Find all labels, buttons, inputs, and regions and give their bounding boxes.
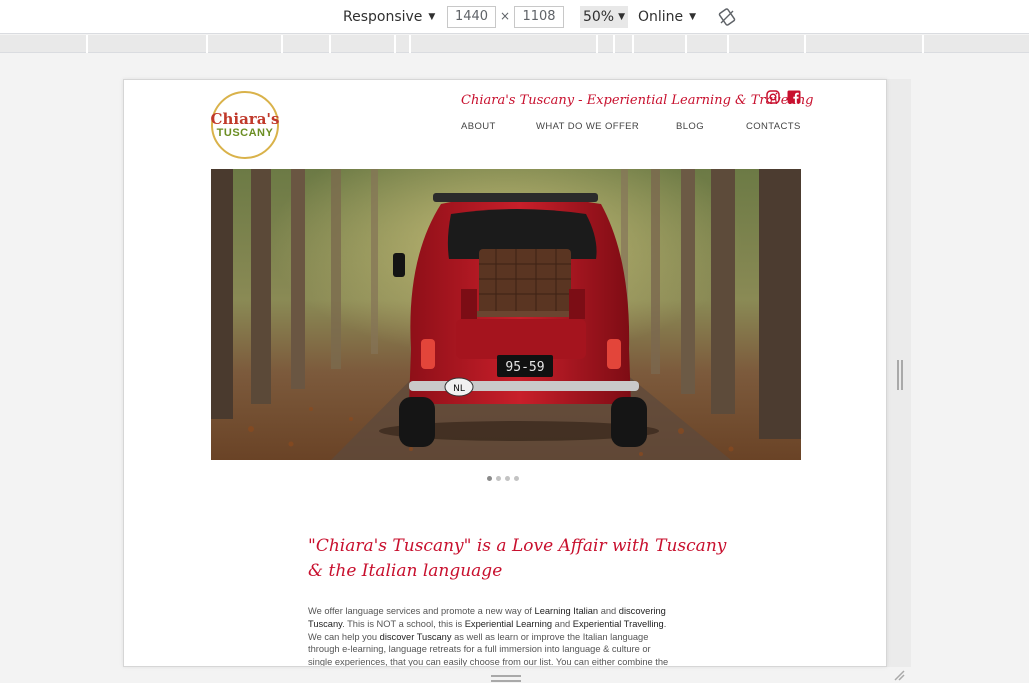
body-line: Tuscany. This is NOT a school, this is E…	[308, 618, 667, 629]
times-icon: ×	[500, 9, 511, 23]
resize-corner-icon[interactable]	[893, 669, 905, 681]
intro-heading-line: "Chiara's Tuscany" is a Love Affair with…	[308, 536, 727, 556]
facebook-icon[interactable]	[787, 90, 801, 104]
emulated-viewport: Chiara's TUSCANY Chiara's Tuscany - Expe…	[123, 79, 887, 667]
throttle-label: Online	[638, 9, 684, 25]
nav-contacts[interactable]: CONTACTS	[746, 121, 801, 132]
body-line: single experiences, that you can easily …	[308, 657, 669, 667]
nav-blog[interactable]: BLOG	[676, 121, 704, 132]
zoom-label: 50%	[582, 9, 615, 25]
carousel-dot[interactable]	[514, 476, 519, 481]
caret-down-icon: ▼	[689, 12, 697, 22]
zoom-select[interactable]: 50% ▼	[580, 6, 628, 28]
svg-text:NL: NL	[453, 384, 465, 394]
caret-down-icon: ▼	[618, 12, 626, 22]
device-select[interactable]: Responsive ▼	[343, 0, 435, 34]
social-links	[766, 90, 801, 104]
nav-what-do-we-offer[interactable]: WHAT DO WE OFFER	[536, 121, 639, 132]
media-query-ruler[interactable]	[0, 35, 1029, 53]
throttle-select[interactable]: Online ▼	[638, 0, 696, 34]
carousel-dot[interactable]	[505, 476, 510, 481]
nav-about[interactable]: ABOUT	[461, 121, 496, 132]
device-toolbar: Responsive ▼ 1440 × 1108 50% ▼ Online ▼	[0, 0, 1029, 34]
carousel-dots	[487, 476, 523, 481]
svg-text:95-59: 95-59	[505, 360, 544, 375]
body-line: We offer language services and promote a…	[308, 606, 666, 616]
hero-image-red-car: 95-59 NL	[211, 169, 801, 460]
body-line: through e-learning, language retreats fo…	[308, 644, 651, 655]
body-line: We can help you discover Tuscany as well…	[308, 631, 649, 642]
carousel-dot[interactable]	[496, 476, 501, 481]
instagram-icon[interactable]	[766, 90, 780, 104]
caret-down-icon: ▼	[428, 12, 436, 22]
resize-handle-right[interactable]	[897, 360, 903, 390]
intro-heading: "Chiara's Tuscany" is a Love Affair with…	[308, 534, 728, 584]
width-input[interactable]: 1440	[447, 6, 496, 28]
carousel-dot[interactable]	[487, 476, 492, 481]
rotate-icon[interactable]	[718, 8, 736, 26]
device-label: Responsive	[343, 9, 423, 25]
main-nav: ABOUT WHAT DO WE OFFER BLOG CONTACTS	[124, 121, 886, 135]
site-tagline: Chiara's Tuscany - Experiential Learning…	[461, 93, 814, 108]
height-input[interactable]: 1108	[514, 6, 564, 28]
intro-heading-line: & the Italian language	[308, 561, 503, 581]
resize-handle-bottom[interactable]	[491, 675, 521, 682]
intro-body: We offer language services and promote a…	[308, 605, 704, 667]
